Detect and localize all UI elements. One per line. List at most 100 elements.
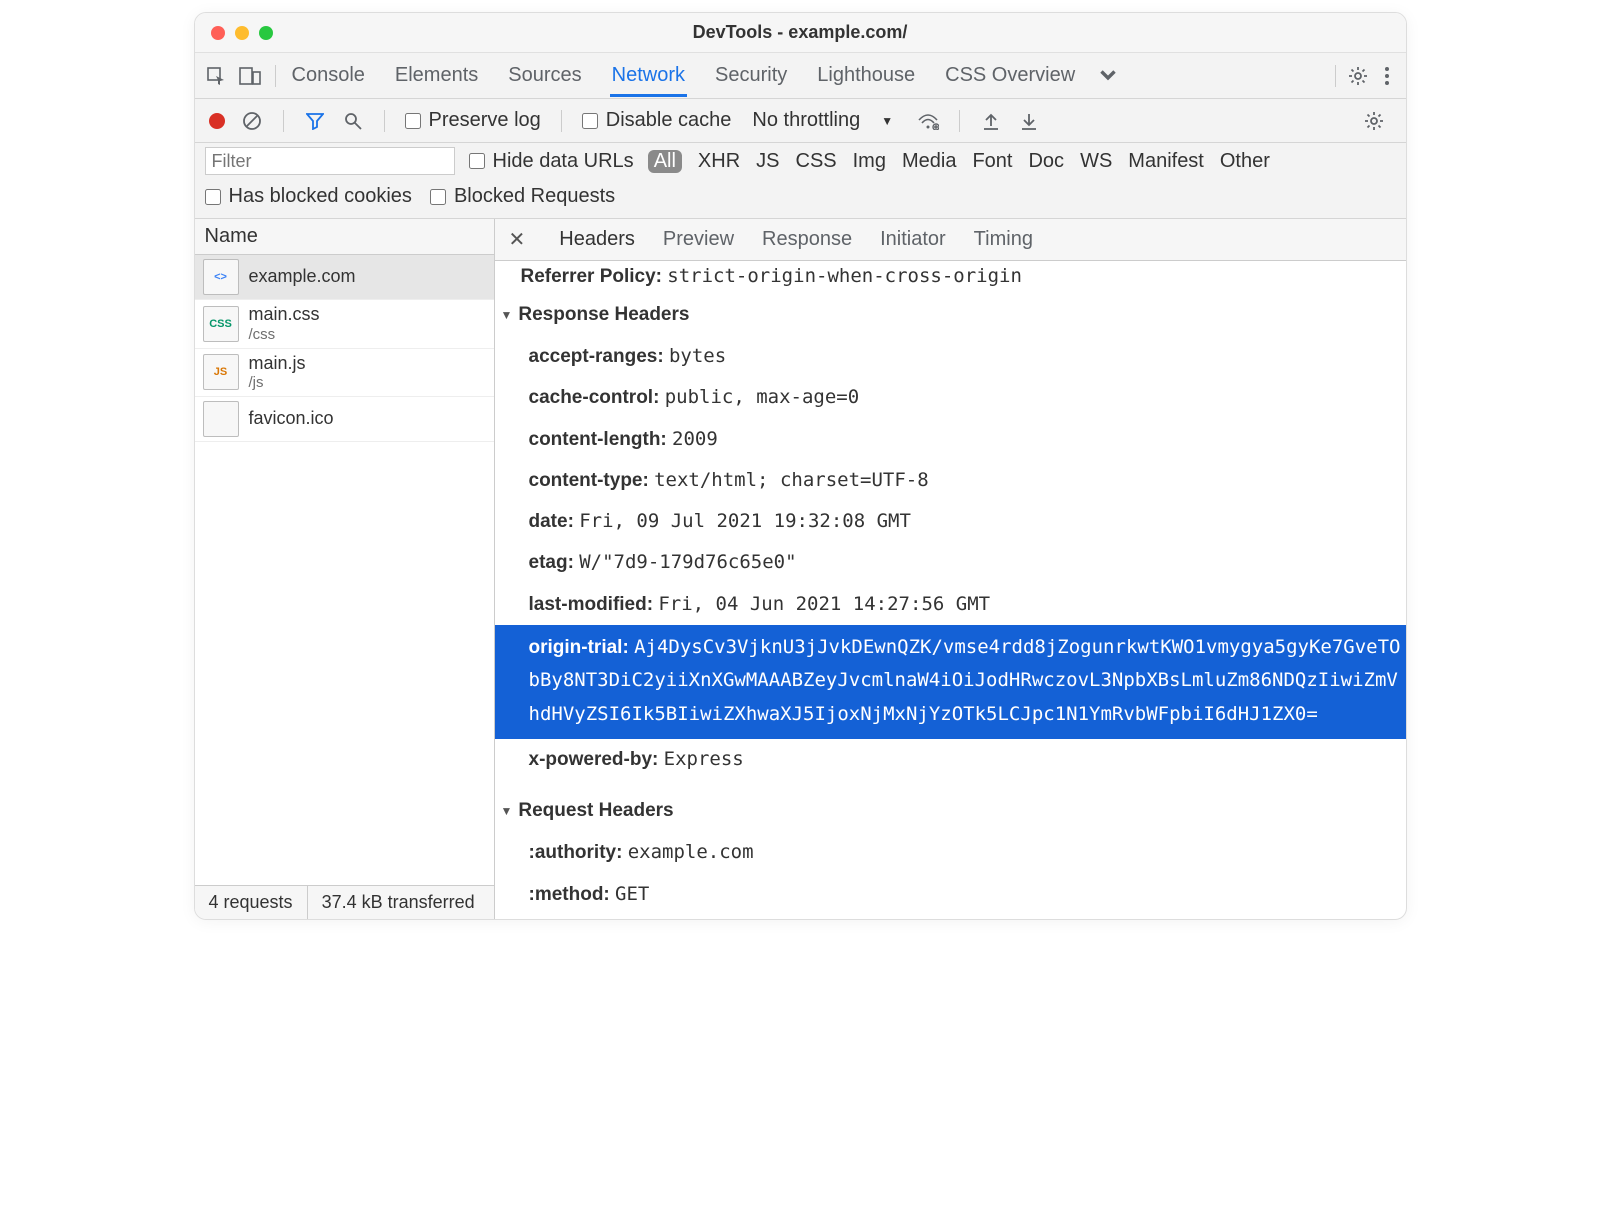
has-blocked-cookies-input[interactable] (205, 189, 221, 205)
header-key: date: (529, 511, 574, 532)
request-row[interactable]: JSmain.js/js (195, 349, 494, 398)
tab-elements[interactable]: Elements (393, 54, 480, 97)
detail-tab-timing[interactable]: Timing (974, 228, 1033, 251)
tab-css-overview[interactable]: CSS Overview (943, 54, 1077, 97)
devtools-window: DevTools - example.com/ Console Elements S… (194, 12, 1407, 920)
has-blocked-cookies-checkbox[interactable]: Has blocked cookies (205, 185, 412, 208)
header-key: origin-trial: (529, 637, 629, 658)
status-requests: 4 requests (195, 886, 308, 919)
referrer-policy-key: Referrer Policy: (521, 266, 663, 287)
header-value: Fri, 09 Jul 2021 19:32:08 GMT (579, 510, 911, 532)
tab-lighthouse[interactable]: Lighthouse (815, 54, 917, 97)
network-settings-icon[interactable] (1364, 111, 1384, 131)
detail-tab-headers[interactable]: Headers (559, 228, 635, 251)
detail-tab-preview[interactable]: Preview (663, 228, 734, 251)
filter-type-img[interactable]: Img (853, 150, 886, 173)
header-row[interactable]: :path: / (495, 915, 1406, 919)
throttling-select[interactable]: No throttling (747, 106, 865, 135)
response-headers-section[interactable]: ▼ Response Headers (495, 294, 1406, 336)
filter-type-js[interactable]: JS (756, 150, 779, 173)
header-key: last-modified: (529, 594, 654, 615)
header-value: Fri, 04 Jun 2021 14:27:56 GMT (658, 593, 990, 615)
header-row[interactable]: content-length: 2009 (495, 419, 1406, 460)
name-column-header[interactable]: Name (195, 219, 494, 255)
upload-har-icon[interactable] (980, 110, 1002, 132)
filter-type-xhr[interactable]: XHR (698, 150, 740, 173)
disclosure-triangle-icon: ▼ (501, 308, 513, 322)
header-row[interactable]: :authority: example.com (495, 832, 1406, 873)
hide-data-urls-input[interactable] (469, 153, 485, 169)
header-key: etag: (529, 552, 574, 573)
hide-data-urls-checkbox[interactable]: Hide data URLs (469, 150, 634, 173)
header-row[interactable]: last-modified: Fri, 04 Jun 2021 14:27:56… (495, 584, 1406, 625)
request-row[interactable]: <>example.com (195, 255, 494, 300)
header-key: accept-ranges: (529, 346, 664, 367)
close-detail-icon[interactable]: ✕ (509, 227, 526, 252)
filter-type-all[interactable]: All (648, 150, 682, 173)
header-key: content-type: (529, 470, 649, 491)
header-row[interactable]: :method: GET (495, 874, 1406, 915)
header-row[interactable]: cache-control: public, max-age=0 (495, 377, 1406, 418)
filter-type-ws[interactable]: WS (1080, 150, 1112, 173)
preserve-log-input[interactable] (405, 113, 421, 129)
filter-type-doc[interactable]: Doc (1028, 150, 1064, 173)
detail-tab-initiator[interactable]: Initiator (880, 228, 946, 251)
header-key: content-length: (529, 429, 667, 450)
header-row[interactable]: x-powered-by: Express (495, 739, 1406, 780)
filter-toggle-icon[interactable] (304, 110, 326, 132)
request-row[interactable]: CSSmain.css/css (195, 300, 494, 349)
kebab-menu-icon[interactable] (1384, 66, 1390, 86)
blocked-requests-input[interactable] (430, 189, 446, 205)
header-value: 2009 (672, 428, 718, 450)
tab-network[interactable]: Network (610, 54, 687, 97)
clear-icon[interactable] (241, 110, 263, 132)
preserve-log-label: Preserve log (429, 109, 541, 132)
status-bar: 4 requests 37.4 kB transferred (195, 885, 494, 919)
disable-cache-checkbox[interactable]: Disable cache (582, 109, 732, 132)
filter-type-css[interactable]: CSS (796, 150, 837, 173)
header-row[interactable]: content-type: text/html; charset=UTF-8 (495, 460, 1406, 501)
network-conditions-icon[interactable] (917, 110, 939, 132)
download-har-icon[interactable] (1018, 110, 1040, 132)
record-button[interactable] (209, 113, 225, 129)
close-window-button[interactable] (211, 26, 225, 40)
filter-types: All XHR JS CSS Img Media Font Doc WS Manifest Othe… (648, 150, 1270, 173)
header-row[interactable]: origin-trial: Aj4DysCv3VjknU3jJvkDEwnQZK… (495, 625, 1406, 739)
separator (283, 110, 284, 132)
referrer-policy-row: Referrer Policy: strict-origin-when-cros… (495, 265, 1406, 294)
filter-type-other[interactable]: Other (1220, 150, 1270, 173)
inspect-element-icon[interactable] (203, 63, 229, 89)
detail-tab-response[interactable]: Response (762, 228, 852, 251)
settings-icon[interactable] (1348, 66, 1368, 86)
header-row[interactable]: accept-ranges: bytes (495, 336, 1406, 377)
titlebar: DevTools - example.com/ (195, 13, 1406, 53)
content-area: Name <>example.comCSSmain.css/cssJSmain.… (195, 219, 1406, 919)
header-row[interactable]: etag: W/"7d9-179d76c65e0" (495, 542, 1406, 583)
device-toolbar-icon[interactable] (237, 63, 263, 89)
blocked-requests-checkbox[interactable]: Blocked Requests (430, 185, 615, 208)
filter-bar: Hide data URLs All XHR JS CSS Img Media Font Do… (195, 143, 1406, 219)
filter-input[interactable] (205, 147, 455, 175)
blocked-requests-label: Blocked Requests (454, 185, 615, 208)
filter-type-manifest[interactable]: Manifest (1128, 150, 1204, 173)
referrer-policy-value: strict-origin-when-cross-origin (667, 265, 1022, 287)
minimize-window-button[interactable] (235, 26, 249, 40)
throttling-caret-icon[interactable]: ▼ (881, 114, 893, 128)
search-icon[interactable] (342, 110, 364, 132)
preserve-log-checkbox[interactable]: Preserve log (405, 109, 541, 132)
tab-console[interactable]: Console (290, 54, 367, 97)
request-headers-section[interactable]: ▼ Request Headers (495, 790, 1406, 832)
more-tabs-icon[interactable] (1095, 63, 1121, 89)
header-row[interactable]: date: Fri, 09 Jul 2021 19:32:08 GMT (495, 501, 1406, 542)
filter-type-font[interactable]: Font (972, 150, 1012, 173)
filter-type-media[interactable]: Media (902, 150, 956, 173)
disable-cache-input[interactable] (582, 113, 598, 129)
separator (1335, 65, 1336, 87)
request-name: main.js (249, 353, 306, 375)
maximize-window-button[interactable] (259, 26, 273, 40)
tab-security[interactable]: Security (713, 54, 789, 97)
request-name: example.com (249, 266, 356, 288)
tab-sources[interactable]: Sources (506, 54, 583, 97)
request-row[interactable]: favicon.ico (195, 397, 494, 442)
separator (384, 110, 385, 132)
